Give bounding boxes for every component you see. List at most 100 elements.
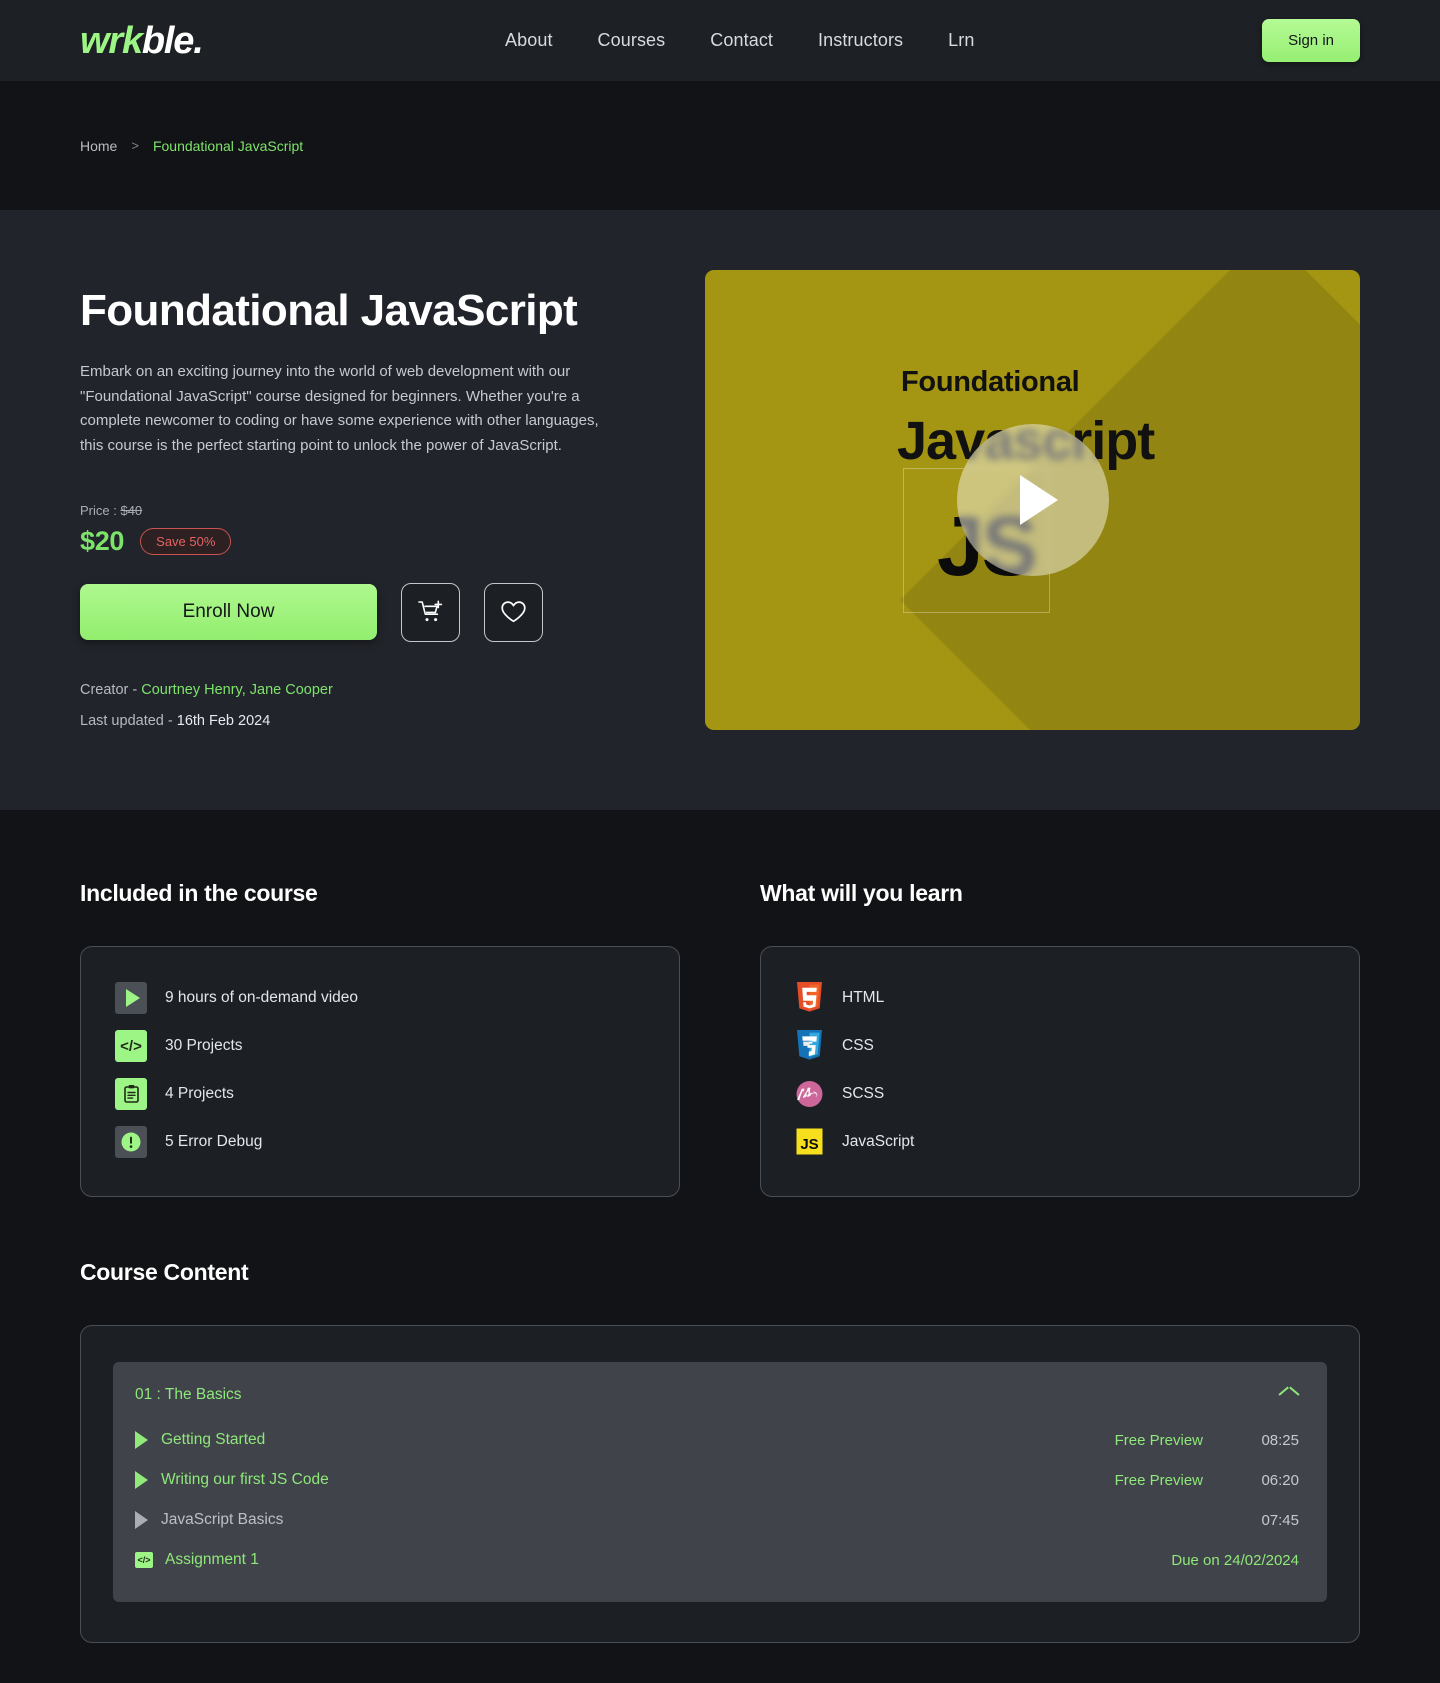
lesson-row[interactable]: Getting Started Free Preview 08:25 [113, 1420, 1327, 1460]
nav-item-courses[interactable]: Courses [598, 30, 666, 51]
alert-icon [115, 1126, 147, 1158]
nav-item-instructors[interactable]: Instructors [818, 30, 903, 51]
course-video-thumbnail[interactable]: Foundational Javascript JS [705, 270, 1360, 730]
learn-item-scss: SCSS [795, 1070, 1325, 1118]
learn-item-html: HTML [795, 974, 1325, 1022]
last-updated-date: 16th Feb 2024 [176, 712, 271, 729]
lesson-name: Getting Started [161, 1431, 266, 1448]
html5-icon [797, 981, 822, 1012]
code-icon: </> [135, 1552, 153, 1568]
learn-item-css: CSS [795, 1022, 1325, 1070]
course-description: Embark on an exciting journey into the w… [80, 363, 599, 454]
logo-white-part: ble. [141, 19, 204, 62]
save-badge: Save 50% [140, 527, 232, 555]
heart-icon [501, 601, 526, 623]
original-price-value: $40 [120, 502, 143, 518]
lesson-name: JavaScript Basics [161, 1511, 284, 1528]
included-column: Included in the course 9 hours of on-dem… [80, 880, 680, 1197]
module-header[interactable]: 01 : The Basics [113, 1362, 1327, 1420]
included-title: Included in the course [80, 880, 318, 906]
info-columns: Included in the course 9 hours of on-dem… [80, 810, 1360, 1197]
site-header: wrkble. About Courses Contact Instructor… [0, 0, 1440, 81]
learn-item-label: SCSS [842, 1085, 885, 1102]
learn-item-javascript: JS JavaScript [795, 1118, 1325, 1166]
last-updated-label: Last updated - [80, 712, 177, 729]
breadcrumb-home[interactable]: Home [80, 138, 117, 154]
cta-row: Enroll Now [80, 582, 679, 642]
main-nav: About Courses Contact Instructors Lrn [505, 30, 974, 51]
code-icon: </> [115, 1030, 147, 1062]
included-item-projects-30: </> 30 Projects [115, 1022, 645, 1070]
course-module: 01 : The Basics Getting Started Free Pre… [113, 1362, 1327, 1602]
lesson-duration: 07:45 [1261, 1511, 1299, 1529]
learn-item-label: CSS [842, 1037, 874, 1054]
logo-green-part: wrk [80, 19, 143, 62]
last-updated-line: Last updated - 16th Feb 2024 [80, 713, 679, 729]
play-button[interactable] [956, 424, 1109, 576]
chevron-right-icon: > [131, 138, 139, 153]
play-icon [135, 1511, 148, 1529]
enroll-now-button[interactable]: Enroll Now [80, 584, 377, 641]
thumbnail-line-1: Foundational [901, 366, 1080, 398]
lesson-name: Writing our first JS Code [161, 1471, 329, 1488]
sign-in-button[interactable]: Sign in [1262, 19, 1360, 62]
hero-section: Foundational JavaScript Embark on an exc… [0, 210, 1440, 810]
price-row: $20 Save 50% [80, 526, 679, 557]
breadcrumb-current[interactable]: Foundational JavaScript [153, 138, 303, 154]
course-content-section: Course Content 01 : The Basics Getting S… [80, 1197, 1360, 1643]
page-title: Foundational JavaScript [80, 286, 578, 335]
free-preview-badge[interactable]: Free Preview [1115, 1432, 1203, 1449]
sass-icon [796, 1080, 823, 1107]
nav-item-contact[interactable]: Contact [710, 30, 773, 51]
learn-item-label: HTML [842, 989, 885, 1006]
included-panel: 9 hours of on-demand video </> 30 Projec… [80, 946, 680, 1197]
learn-column: What will you learn HTML CSS SCSS JS Jav… [760, 880, 1360, 1197]
learn-panel: HTML CSS SCSS JS JavaScript [760, 946, 1360, 1197]
original-price-label: Price : [80, 502, 121, 518]
free-preview-badge[interactable]: Free Preview [1115, 1472, 1203, 1489]
css3-icon [797, 1029, 822, 1060]
javascript-icon: JS [796, 1128, 823, 1154]
nav-item-about[interactable]: About [505, 30, 553, 51]
video-play-icon [115, 982, 147, 1014]
hero-info: Foundational JavaScript Embark on an exc… [80, 270, 679, 729]
add-to-cart-button[interactable] [401, 582, 460, 642]
included-item-video: 9 hours of on-demand video [115, 974, 645, 1022]
included-item-label: 9 hours of on-demand video [165, 989, 359, 1006]
assignment-due-date: Due on 24/02/2024 [1171, 1551, 1299, 1569]
module-title: 01 : The Basics [135, 1386, 242, 1403]
lower-content: Included in the course 9 hours of on-dem… [0, 810, 1440, 1683]
included-item-label: 4 Projects [165, 1085, 234, 1102]
clipboard-icon [115, 1078, 147, 1110]
breadcrumb-band: Home > Foundational JavaScript [0, 81, 1440, 210]
cart-plus-icon [417, 600, 442, 622]
nav-item-lrn[interactable]: Lrn [948, 30, 974, 51]
included-item-label: 5 Error Debug [165, 1133, 263, 1150]
add-to-wishlist-button[interactable] [484, 582, 543, 642]
chevron-up-icon[interactable] [1279, 1389, 1299, 1401]
course-content-panel: 01 : The Basics Getting Started Free Pre… [80, 1325, 1360, 1643]
lesson-row[interactable]: Writing our first JS Code Free Preview 0… [113, 1460, 1327, 1500]
lesson-row[interactable]: JavaScript Basics 07:45 [113, 1500, 1327, 1540]
play-icon [135, 1471, 148, 1489]
assignment-name: Assignment 1 [165, 1551, 259, 1568]
lesson-duration: 08:25 [1261, 1431, 1299, 1449]
creator-label: Creator - [80, 681, 142, 698]
lesson-duration: 06:20 [1261, 1471, 1299, 1489]
logo[interactable]: wrkble. [80, 19, 204, 62]
creator-line: Creator - Courtney Henry, Jane Cooper [80, 682, 679, 698]
learn-title: What will you learn [760, 880, 963, 906]
creator-names[interactable]: Courtney Henry, Jane Cooper [141, 682, 333, 698]
play-icon [1020, 475, 1058, 525]
original-price: Price : $40 [80, 503, 679, 518]
hero-media: Foundational Javascript JS [705, 270, 1360, 730]
svg-text:JS: JS [800, 1136, 818, 1153]
included-item-projects-4: 4 Projects [115, 1070, 645, 1118]
current-price: $20 [80, 525, 125, 556]
assignment-row[interactable]: </> Assignment 1 Due on 24/02/2024 [113, 1540, 1327, 1580]
breadcrumb: Home > Foundational JavaScript [80, 138, 303, 154]
included-item-error-debug: 5 Error Debug [115, 1118, 645, 1166]
learn-item-label: JavaScript [842, 1133, 915, 1150]
play-icon [135, 1431, 148, 1449]
included-item-label: 30 Projects [165, 1037, 243, 1054]
